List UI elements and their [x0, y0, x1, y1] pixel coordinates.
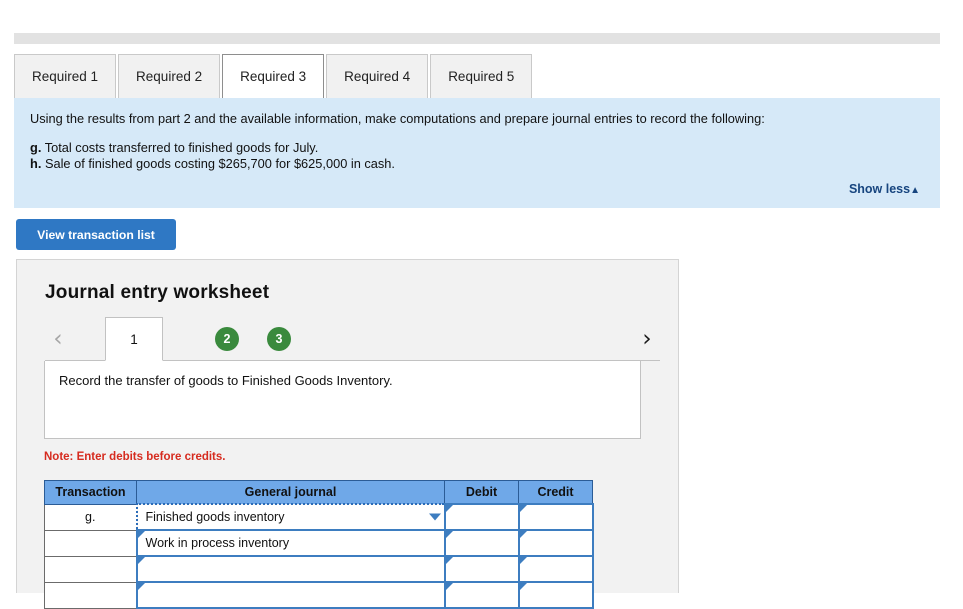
required-tab-strip: Required 1 Required 2 Required 3 Require…	[14, 54, 533, 98]
tab-label: Required 5	[448, 69, 515, 84]
column-header-transaction: Transaction	[44, 480, 137, 505]
table-row	[44, 581, 594, 609]
account-dropdown-cell[interactable]: Finished goods inventory	[135, 503, 446, 531]
instructions-panel: Using the results from part 2 and the av…	[14, 98, 940, 208]
item-text: Total costs transferred to finished good…	[44, 140, 319, 155]
worksheet-instruction-text: Record the transfer of goods to Finished…	[59, 373, 393, 388]
chevron-right-icon[interactable]: ›	[634, 325, 660, 353]
account-value: Work in process inventory	[145, 536, 290, 550]
tab-required-1[interactable]: Required 1	[14, 54, 117, 98]
debit-input-cell[interactable]	[443, 555, 520, 583]
table-row	[44, 555, 594, 583]
transaction-cell: g.	[44, 503, 137, 531]
tab-required-4[interactable]: Required 4	[326, 54, 429, 98]
column-header-general-journal: General journal	[136, 480, 445, 505]
table-row: Work in process inventory	[44, 529, 594, 557]
account-dropdown-cell[interactable]	[135, 581, 446, 609]
account-dropdown-cell[interactable]	[135, 555, 446, 583]
journal-entry-table: Transaction General journal Debit Credit…	[44, 480, 594, 609]
chevron-left-icon[interactable]: ‹	[45, 325, 71, 353]
worksheet-page-2-badge[interactable]: 2	[215, 327, 239, 351]
debit-input-cell[interactable]	[443, 503, 520, 531]
account-value: Finished goods inventory	[145, 510, 285, 524]
tab-label: Required 4	[344, 69, 411, 84]
show-less-toggle[interactable]: Show less▲	[849, 182, 920, 196]
item-marker: h.	[30, 156, 42, 171]
column-header-debit: Debit	[444, 480, 519, 505]
instructions-intro: Using the results from part 2 and the av…	[30, 111, 765, 126]
top-gray-bar	[14, 33, 940, 44]
item-text: Sale of finished goods costing $265,700 …	[44, 156, 395, 171]
worksheet-instruction-box: Record the transfer of goods to Finished…	[44, 361, 641, 439]
debit-input-cell[interactable]	[443, 529, 520, 557]
show-less-label: Show less	[848, 182, 911, 196]
transaction-cell	[44, 581, 137, 609]
tab-required-2[interactable]: Required 2	[118, 54, 221, 98]
credit-input-cell[interactable]	[517, 503, 594, 531]
table-header-row: Transaction General journal Debit Credit	[44, 480, 593, 505]
transaction-cell	[44, 529, 137, 557]
tab-label: Required 1	[32, 69, 99, 84]
instruction-item-h: h. Sale of finished goods costing $265,7…	[30, 156, 924, 172]
worksheet-title: Journal entry worksheet	[45, 282, 270, 303]
table-row: g. Finished goods inventory	[44, 503, 594, 531]
instruction-item-g: g. Total costs transferred to finished g…	[30, 140, 924, 156]
debit-input-cell[interactable]	[443, 581, 520, 609]
worksheet-pager: ‹ 1 2 3 ›	[45, 317, 660, 361]
transaction-cell	[44, 555, 137, 583]
tab-required-5[interactable]: Required 5	[430, 54, 533, 98]
credit-input-cell[interactable]	[517, 581, 594, 609]
tab-label: Required 3	[240, 69, 307, 84]
tab-label: Required 2	[136, 69, 203, 84]
account-dropdown-cell[interactable]: Work in process inventory	[135, 529, 446, 557]
credit-input-cell[interactable]	[517, 529, 594, 557]
chevron-down-icon[interactable]	[428, 513, 441, 521]
worksheet-page-1-tab[interactable]: 1	[105, 317, 163, 361]
credit-input-cell[interactable]	[517, 555, 594, 583]
tab-required-3[interactable]: Required 3	[222, 54, 325, 98]
worksheet-page-3-badge[interactable]: 3	[267, 327, 291, 351]
item-marker: g.	[30, 140, 42, 155]
column-header-credit: Credit	[518, 480, 593, 505]
triangle-up-icon: ▲	[910, 185, 920, 196]
view-transaction-list-button[interactable]: View transaction list	[16, 219, 176, 250]
debits-before-credits-note: Note: Enter debits before credits.	[44, 451, 226, 463]
